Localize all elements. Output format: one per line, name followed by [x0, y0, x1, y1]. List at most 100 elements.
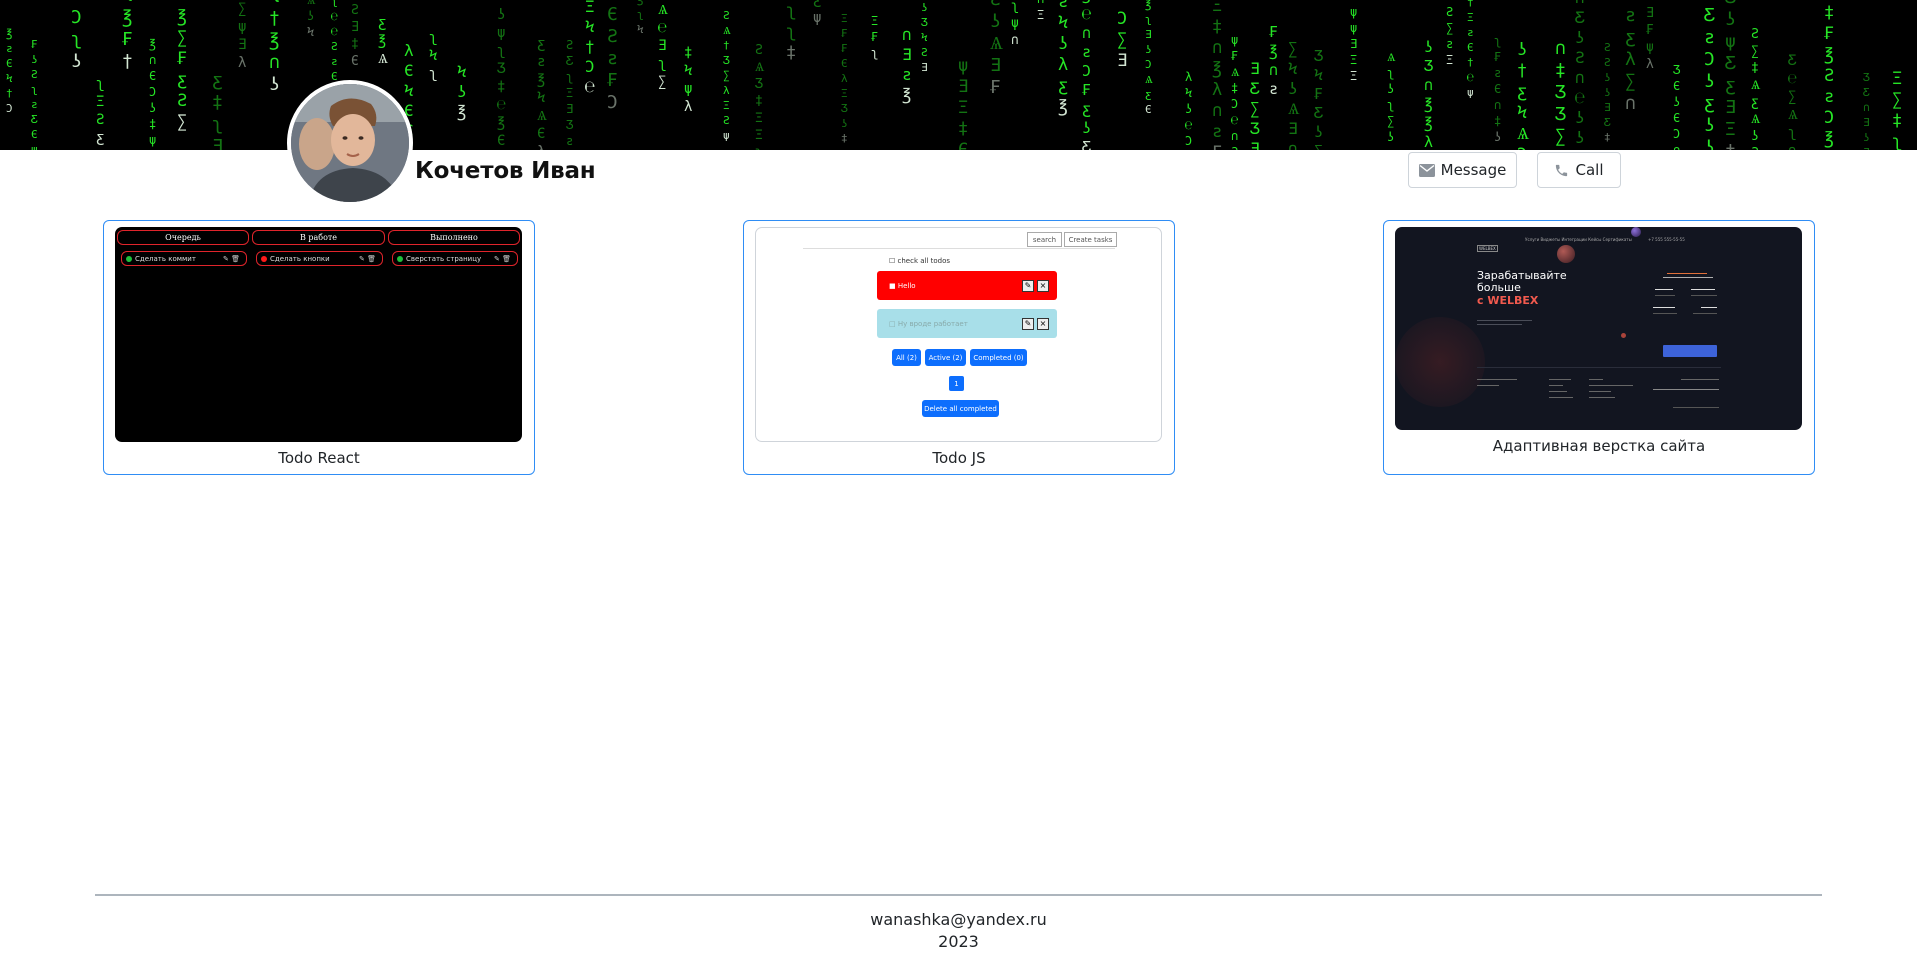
matrix-glyph: ∑: [1117, 30, 1127, 50]
matrix-glyph: ƹ: [1082, 100, 1091, 118]
matrix-glyph: ∩: [1288, 139, 1298, 150]
matrix-glyph: ʅ: [786, 1, 796, 21]
matrix-glyph: ∩: [149, 53, 156, 67]
matrix-glyph: ʖ: [1604, 71, 1611, 84]
matrix-glyph: ƨ: [31, 98, 38, 111]
matrix-glyph: Ǝ: [238, 37, 246, 53]
matrix-glyph: Ƨ: [755, 43, 763, 58]
matrix-glyph: ‡: [497, 79, 505, 95]
matrix-glyph: Ξ: [841, 12, 848, 25]
welbex-footer-links: [1477, 373, 1721, 413]
matrix-glyph: ∩: [1863, 101, 1870, 114]
matrix-glyph: ƹ: [1725, 75, 1736, 96]
matrix-glyph: ƹ: [537, 36, 545, 52]
matrix-glyph: ʖ: [1185, 102, 1192, 116]
matrix-glyph: ψ: [958, 56, 968, 76]
matrix-glyph: Ѧ: [378, 51, 389, 67]
matrix-glyph: †: [1467, 0, 1474, 9]
matrix-glyph: ʖ: [1751, 129, 1759, 144]
matrix-glyph: Ξ: [1212, 0, 1222, 16]
matrix-glyph: ℥: [122, 7, 132, 28]
matrix-glyph: ʖ: [1704, 71, 1715, 92]
matrix-glyph: Ɔ: [1517, 145, 1527, 150]
edit-icon: ✎: [1022, 280, 1034, 292]
matrix-glyph: Є: [404, 61, 414, 80]
matrix-glyph: λ: [1424, 133, 1433, 150]
matrix-glyph: ψ: [1011, 16, 1019, 31]
matrix-glyph: Ǝ: [1117, 51, 1127, 71]
matrix-glyph: Ѧ: [1788, 107, 1799, 123]
matrix-glyph: Є: [607, 4, 618, 25]
project-card-adaptive-layout[interactable]: WELBEX Услуги Виджеты Интеграции Кейсы С…: [1383, 220, 1815, 475]
matrix-glyph: Є: [497, 133, 505, 149]
kanban-task-label: Сверстать страницу: [406, 254, 482, 263]
welbex-hero-brand: с WELBEX: [1477, 294, 1539, 307]
matrix-glyph: †: [122, 51, 133, 72]
matrix-glyph: ℥: [6, 27, 12, 40]
matrix-glyph: Ǝ: [1145, 28, 1152, 41]
matrix-glyph: ∑: [1625, 71, 1636, 92]
profile-banner: ℥ƨЄϞ†Ɔ₣ʖƧʅƨƸЄψƆʅʖʅΞƧƹϞ℥₣†℥∩ЄƆʖ‡ψΞ℥∑₣ƹƧ∑ƹ…: [0, 0, 1917, 150]
matrix-glyph: ʖ: [921, 1, 928, 14]
matrix-glyph: Ƹ: [566, 54, 574, 68]
matrix-glyph: ƨ: [566, 134, 573, 148]
matrix-glyph: ʖ: [497, 7, 505, 23]
matrix-glyph: Ƨ: [1575, 48, 1585, 67]
matrix-glyph: Ǝ: [1863, 146, 1870, 150]
matrix-glyph: λ: [1625, 49, 1636, 70]
matrix-glyph: ℥: [378, 33, 386, 49]
matrix-glyph: Є: [841, 57, 848, 70]
preview-todo-item: ■ Hello ✎ ×: [877, 271, 1057, 300]
matrix-glyph: Ɔ: [1185, 134, 1192, 148]
footer-email: wanashka@yandex.ru: [870, 910, 1047, 929]
matrix-glyph: ∑: [1387, 114, 1394, 128]
matrix-glyph: ∩: [1212, 101, 1222, 121]
matrix-glyph: Ϟ: [1288, 59, 1298, 78]
matrix-glyph: ₣: [1314, 85, 1323, 103]
planet-decoration: [1621, 333, 1626, 338]
matrix-glyph: Ƹ: [31, 113, 38, 126]
matrix-glyph: Ƹ: [1314, 104, 1323, 122]
matrix-glyph: Ʒ: [497, 61, 506, 77]
matrix-glyph: Ƨ: [351, 3, 359, 18]
matrix-glyph: Ƹ: [1704, 5, 1715, 26]
matrix-glyph: ∩: [1037, 0, 1044, 6]
call-button[interactable]: Call: [1537, 152, 1621, 188]
matrix-glyph: Ξ: [566, 86, 573, 100]
matrix-glyph: ₣: [177, 49, 187, 69]
glow-decoration: [1395, 317, 1485, 407]
matrix-glyph: Ϟ: [1314, 66, 1323, 84]
matrix-glyph: ‡: [1604, 131, 1611, 144]
matrix-glyph: λ: [1646, 57, 1654, 72]
matrix-glyph: Ǝ: [1250, 139, 1260, 150]
matrix-glyph: ∑: [177, 112, 187, 132]
matrix-glyph: ʅ: [1788, 125, 1796, 141]
matrix-glyph: ƨ: [1446, 37, 1453, 51]
matrix-glyph: Ξ: [1350, 69, 1357, 83]
matrix-glyph: ∑: [1288, 39, 1298, 58]
matrix-glyph: Ƹ: [1082, 138, 1091, 150]
matrix-glyph: ʅ: [786, 22, 796, 42]
matrix-glyph: †: [269, 8, 280, 29]
matrix-glyph: ƹ: [96, 130, 104, 146]
status-dot-icon: [397, 255, 403, 262]
matrix-glyph: Ƨ: [1604, 56, 1611, 69]
project-card-todo-react[interactable]: Очередь В работе Выполнено Сделать комми…: [103, 220, 535, 475]
preview-search-field: search: [1027, 232, 1062, 247]
matrix-glyph: ℮: [658, 20, 667, 36]
matrix-glyph: ʖ: [841, 117, 848, 130]
matrix-glyph: ℮: [1231, 113, 1239, 127]
matrix-glyph: Ʒ: [1250, 119, 1260, 138]
project-card-todo-js[interactable]: search Create tasks ☐ check all todos ■ …: [743, 220, 1175, 475]
matrix-glyph: Ʒ: [1555, 82, 1566, 103]
message-button[interactable]: Message: [1408, 152, 1517, 188]
matrix-glyph: ʖ: [71, 51, 82, 72]
matrix-glyph: ƨ: [1269, 80, 1278, 98]
matrix-glyph: Ƹ: [1250, 79, 1260, 98]
matrix-glyph: ψ: [31, 143, 38, 150]
matrix-glyph: Є: [1673, 79, 1680, 93]
matrix-glyph: Ξ: [96, 94, 104, 110]
matrix-glyph: Є: [351, 54, 359, 69]
matrix-glyph: Ƨ: [723, 9, 730, 22]
matrix-glyph: Ʒ: [755, 77, 763, 92]
